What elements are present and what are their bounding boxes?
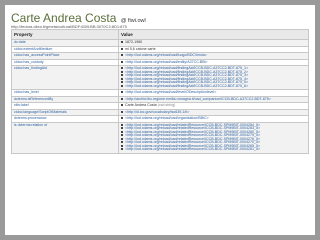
property-link[interactable]: is dcterms:relation of <box>11 121 119 154</box>
bullet-icon <box>121 117 123 120</box>
bullet-icon <box>121 47 123 50</box>
value-item: <http://lod.xdams.org/reload/oad/luogo/B… <box>121 53 306 58</box>
resource-page: Carte Andrea Costa @ fiwi.owl http://fed… <box>5 5 315 235</box>
value-item: <http://lod.xdams.org/reload/oad/level/O… <box>121 90 306 95</box>
value-text: 1872-1960 <box>125 40 143 44</box>
table-header-row: Property Value <box>11 29 309 40</box>
bullet-icon <box>121 110 123 113</box>
value-text: ml 5,6 catone carte <box>125 46 156 51</box>
value-item: 1872-1960 <box>121 40 306 45</box>
value-item: <http://lod.xdams.org/reload/oad/entity/… <box>121 60 306 65</box>
value-cell: <http://lod.xdams.org/reload/oad/related… <box>118 121 309 154</box>
value-link[interactable]: <http://lod.xdams.org/reload/oad/finding… <box>125 84 248 88</box>
value-item: ml 5,6 catone carte <box>121 46 306 52</box>
column-header-property: Property <box>11 29 119 40</box>
bullet-icon <box>121 97 123 100</box>
bullet-icon <box>121 104 123 107</box>
bullet-icon <box>121 127 123 130</box>
bullet-icon <box>121 148 123 151</box>
property-table: Property Value dc:date 1872-1960 cidoc:ext… <box>11 29 309 154</box>
value-link[interactable]: <http://lod.xdams.org/reload/oad/entity/… <box>125 60 208 64</box>
bullet-icon <box>121 84 123 87</box>
bullet-icon <box>121 60 123 63</box>
resource-title: Carte Andrea Costa <box>11 11 117 25</box>
bullet-icon <box>121 134 123 137</box>
bullet-icon <box>121 67 123 70</box>
bullet-icon <box>121 130 123 133</box>
table-row: is dcterms:relation of <http://lod.xdams.… <box>11 121 309 154</box>
value-item: <http://id.loc.gov/vocabulary/iso639-1/i… <box>121 110 306 115</box>
value-item: <http://lod.xdams.org/reload/oad/organiz… <box>121 116 306 121</box>
bullet-icon <box>121 81 123 84</box>
bullet-icon <box>121 77 123 80</box>
bullet-icon <box>121 54 123 57</box>
value-link[interactable]: <http://lod.xdams.org/reload/oad/level/O… <box>125 90 216 94</box>
value-text: Carte Andrea Costa <box>125 103 157 107</box>
datatype-tag: (xsd:string) <box>157 103 176 107</box>
bullet-icon <box>121 74 123 77</box>
property-link[interactable]: cidoc:has_findingAid <box>11 65 119 90</box>
value-link[interactable]: <http://lod.xdams.org/reload/oad/luogo/B… <box>125 53 207 57</box>
column-header-value: Value <box>118 29 309 40</box>
bullet-icon <box>121 141 123 144</box>
value-item: Carte Andrea Costa (xsd:string) <box>121 103 306 108</box>
value-link[interactable]: <http://lod.xdams.org/reload/oad/organiz… <box>125 116 209 120</box>
bullet-icon <box>121 70 123 73</box>
value-link[interactable]: <http://lod.xdams.org/reload/oad/related… <box>125 147 260 151</box>
bullet-icon <box>121 144 123 147</box>
value-item: <http://lod.xdams.org/reload/oad/related… <box>121 147 306 152</box>
bullet-icon <box>121 123 123 126</box>
bullet-icon <box>121 91 123 94</box>
value-item: <http://archivi.ibc.regione.emilia-romag… <box>121 97 306 102</box>
value-cell: <http://lod.xdams.org/reload/oad/finding… <box>118 65 309 90</box>
table-body: dc:date 1872-1960 cidoc:extentAndMedium ml … <box>11 39 309 154</box>
value-item: <http://lod.xdams.org/reload/oad/finding… <box>121 84 306 89</box>
value-link[interactable]: <http://archivi.ibc.regione.emilia-romag… <box>125 97 271 101</box>
value-link[interactable]: <http://id.loc.gov/vocabulary/iso639-1/i… <box>125 110 189 114</box>
table-row: cidoc:has_findingAid <http://lod.xdams.or… <box>11 65 309 90</box>
bullet-icon <box>121 137 123 140</box>
bullet-icon <box>121 41 123 44</box>
